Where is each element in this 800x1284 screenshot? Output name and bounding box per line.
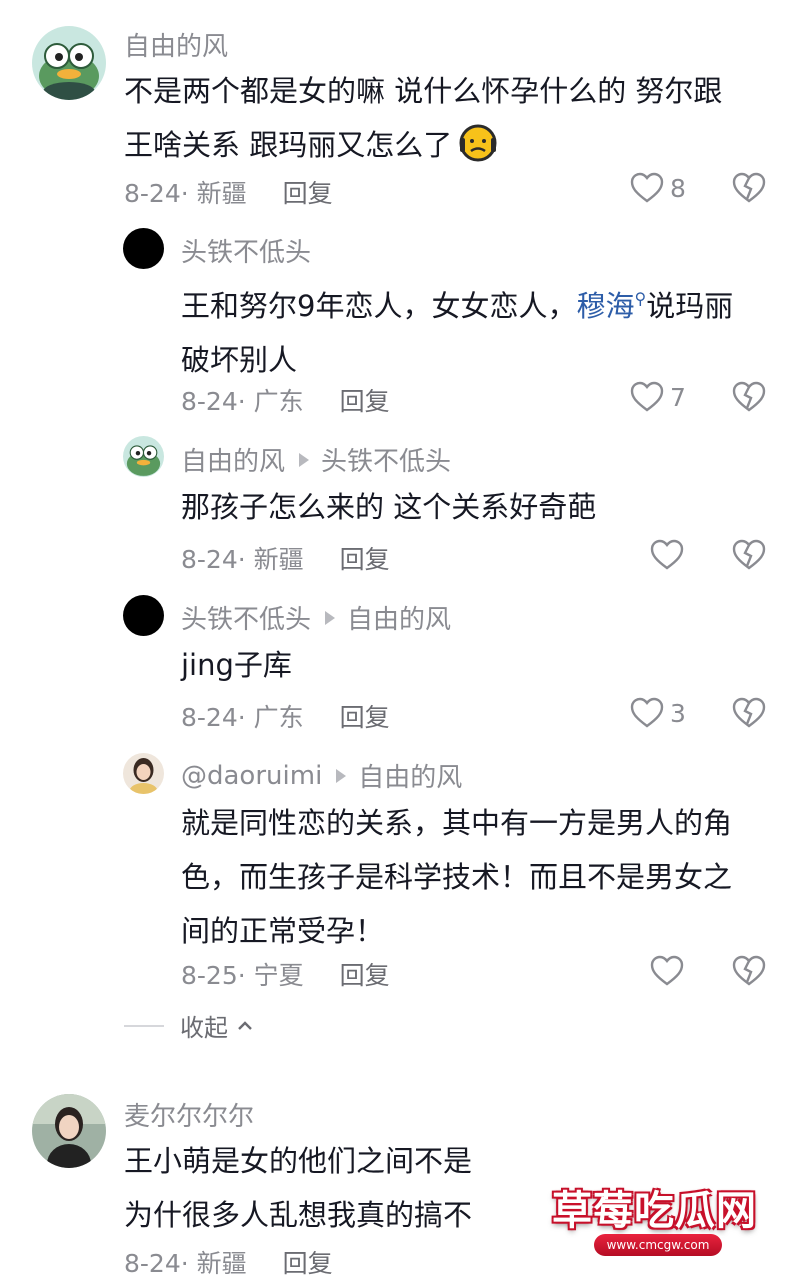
avatar[interactable] <box>123 436 164 477</box>
person-avatar-icon <box>123 753 164 794</box>
broken-heart-icon[interactable] <box>732 539 766 571</box>
comment-line-text: 王啥关系 跟玛丽又怎么了 <box>124 128 453 162</box>
avatar[interactable] <box>123 595 164 636</box>
reply-line: 破坏别人 <box>181 343 298 377</box>
heart-icon <box>630 172 664 203</box>
heart-icon <box>630 697 664 728</box>
comment-meta: 8-24· 新疆 回复 <box>124 1249 333 1278</box>
reply-line: 王和努尔9年恋人，女女恋人，穆海⚲说玛丽 <box>181 272 733 333</box>
comment-line: 为什很多人乱想我真的搞不 <box>124 1198 473 1232</box>
reply-arrow-icon <box>336 768 347 783</box>
reply-meta: 8-24· 广东 回复 <box>181 387 390 416</box>
avatar[interactable] <box>32 26 106 100</box>
reply-to-user[interactable]: 自由的风 <box>347 599 451 636</box>
username[interactable]: 自由的风 <box>124 26 228 63</box>
reply-location: 广东 <box>253 387 304 416</box>
username: 自由的风 头铁不低头 <box>181 441 451 478</box>
collapse-replies-button[interactable]: 收起 <box>124 1008 254 1043</box>
heart-icon <box>650 539 684 570</box>
comment-line: 王啥关系 跟玛丽又怎么了 <box>124 118 722 172</box>
comment-text: 王小萌是女的他们之间不是 为什很多人乱想我真的搞不 <box>124 1134 472 1242</box>
like-button[interactable] <box>650 539 684 571</box>
reply-button[interactable]: 回复 <box>340 387 390 416</box>
comment-location: 新疆 <box>196 1249 247 1278</box>
like-count: 8 <box>670 173 686 203</box>
comment-date: 8-24 <box>124 179 181 208</box>
broken-heart-icon[interactable] <box>732 697 766 729</box>
reply-line: 间的正常受孕！ <box>181 914 385 948</box>
like-button[interactable]: 7 <box>630 381 686 413</box>
avatar[interactable] <box>123 228 164 269</box>
reply-date: 8-24 <box>181 387 238 416</box>
comment-location: 新疆 <box>196 179 247 208</box>
watermark-url: www.cmcgw.com <box>594 1234 722 1256</box>
comment-line: 王小萌是女的他们之间不是 <box>124 1144 473 1178</box>
reply-date: 8-25 <box>181 961 238 990</box>
like-count: 3 <box>670 698 686 728</box>
reply-date: 8-24 <box>181 703 238 732</box>
reply-meta: 8-24· 广东 回复 <box>181 703 390 732</box>
username: @daoruimi 自由的风 <box>181 757 462 794</box>
reply-date: 8-24 <box>181 545 238 574</box>
reply-text: 那孩子怎么来的 这个关系好奇葩 <box>181 480 596 534</box>
comment-line: 不是两个都是女的嘛 说什么怀孕什么的 努尔跟 <box>124 74 723 108</box>
reply-line-text: 说玛丽 <box>646 289 734 323</box>
reply-line: 那孩子怎么来的 这个关系好奇葩 <box>181 490 597 524</box>
username-link[interactable]: @daoruimi <box>181 761 322 791</box>
reply-location: 广东 <box>253 703 304 732</box>
reply-to-user[interactable]: 头铁不低头 <box>321 441 451 478</box>
reply-meta: 8-25· 宁夏 回复 <box>181 961 390 990</box>
comment-meta: 8-24· 新疆 回复 <box>124 179 333 208</box>
like-button[interactable]: 3 <box>630 697 686 729</box>
reply-line: jing子库 <box>181 648 292 682</box>
reply-to-user[interactable]: 自由的风 <box>358 757 462 794</box>
username-link[interactable]: 自由的风 <box>181 441 285 478</box>
broken-heart-icon[interactable] <box>732 381 766 413</box>
reply-button[interactable]: 回复 <box>340 961 390 990</box>
reply-line: 色，而生孩子是科学技术！而且不是男女之 <box>181 860 733 894</box>
username[interactable]: 麦尔尔尔尔 <box>124 1096 254 1133</box>
frog-avatar-icon <box>123 436 164 477</box>
heart-icon <box>650 955 684 986</box>
like-count: 7 <box>670 382 686 412</box>
reply-text: jing子库 <box>181 638 292 692</box>
reply-button[interactable]: 回复 <box>283 179 333 208</box>
heart-icon <box>630 381 664 412</box>
person-avatar-icon <box>32 1094 106 1168</box>
search-icon[interactable]: ⚲ <box>634 289 646 308</box>
avatar[interactable] <box>32 1094 106 1168</box>
like-button[interactable] <box>650 955 684 987</box>
chevron-up-icon <box>238 1020 252 1030</box>
username-link[interactable]: 头铁不低头 <box>181 599 311 636</box>
reply-arrow-icon <box>325 610 336 625</box>
reply-button[interactable]: 回复 <box>340 703 390 732</box>
reply-line: 就是同性恋的关系，其中有一方是男人的角 <box>181 806 733 840</box>
watermark: 草莓吃瓜网 www.cmcgw.com <box>478 1132 800 1284</box>
reply-meta: 8-24· 新疆 回复 <box>181 545 390 574</box>
reply-arrow-icon <box>299 452 310 467</box>
reply-button[interactable]: 回复 <box>283 1249 333 1278</box>
username[interactable]: 头铁不低头 <box>181 232 311 269</box>
collapse-label: 收起 <box>180 1014 228 1042</box>
comment-date: 8-24 <box>124 1249 181 1278</box>
comment-text: 不是两个都是女的嘛 说什么怀孕什么的 努尔跟 王啥关系 跟玛丽又怎么了 <box>124 64 722 172</box>
reply-text: 就是同性恋的关系，其中有一方是男人的角 色，而生孩子是科学技术！而且不是男女之 … <box>181 796 732 958</box>
reply-location: 新疆 <box>253 545 304 574</box>
reply-location: 宁夏 <box>253 961 304 990</box>
frog-avatar-icon <box>32 26 106 100</box>
reply-button[interactable]: 回复 <box>340 545 390 574</box>
like-button[interactable]: 8 <box>630 172 686 204</box>
username: 头铁不低头 自由的风 <box>181 599 451 636</box>
broken-heart-icon[interactable] <box>732 172 766 204</box>
grimace-emoji-icon <box>459 124 497 162</box>
broken-heart-icon[interactable] <box>732 955 766 987</box>
watermark-title: 草莓吃瓜网 <box>552 1188 757 1234</box>
avatar[interactable] <box>123 753 164 794</box>
reply-line-text: 王和努尔9年恋人，女女恋人， <box>181 289 577 323</box>
search-link[interactable]: 穆海 <box>576 289 634 323</box>
reply-text: 王和努尔9年恋人，女女恋人，穆海⚲说玛丽 破坏别人 <box>181 272 733 387</box>
divider <box>124 1024 164 1027</box>
